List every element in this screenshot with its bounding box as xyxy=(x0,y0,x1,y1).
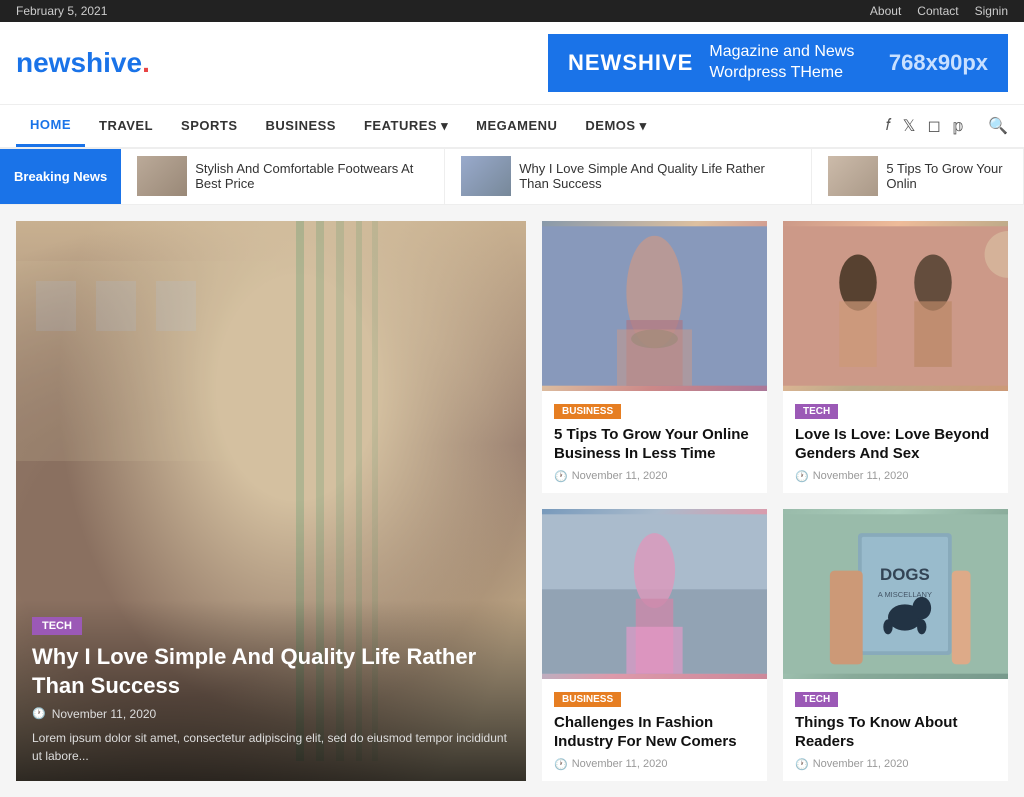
logo-dot: . xyxy=(142,47,150,78)
features-chevron-icon: ▾ xyxy=(441,118,448,134)
nav-sports[interactable]: SPORTS xyxy=(167,106,251,145)
card-category-3: BUSINESS xyxy=(554,692,621,707)
hero-category: TECH xyxy=(32,617,82,635)
breaking-label: Breaking News xyxy=(0,149,121,204)
banner-size: 768x90px xyxy=(889,50,988,76)
card-title-4: Things To Know About Readers xyxy=(795,713,996,752)
card-meta-1: 🕐 November 11, 2020 xyxy=(554,470,755,483)
breaking-item-2[interactable]: Why I Love Simple And Quality Life Rathe… xyxy=(445,149,812,205)
card-title-1: 5 Tips To Grow Your Online Business In L… xyxy=(554,425,755,464)
nav-features[interactable]: FEATURES ▾ xyxy=(350,106,462,146)
clock-icon-4: 🕐 xyxy=(795,758,809,771)
card-body-3: BUSINESS Challenges In Fashion Industry … xyxy=(542,679,767,781)
search-icon[interactable]: 🔍 xyxy=(988,116,1008,136)
card-meta-3: 🕐 November 11, 2020 xyxy=(554,758,755,771)
breaking-item-1[interactable]: Stylish And Comfortable Footwears At Bes… xyxy=(121,149,445,205)
breaking-thumb-2 xyxy=(461,156,511,196)
card-image-2 xyxy=(783,221,1008,391)
card-image-3 xyxy=(542,509,767,679)
clock-icon-2: 🕐 xyxy=(795,470,809,483)
nav-travel[interactable]: TRAVEL xyxy=(85,106,167,145)
hero-meta: 🕐 November 11, 2020 xyxy=(32,707,510,721)
card-meta-4: 🕐 November 11, 2020 xyxy=(795,758,996,771)
social-links: 𝑓 𝕏 ◻ 𝕡 🔍 xyxy=(886,116,1008,136)
article-card-3[interactable]: BUSINESS Challenges In Fashion Industry … xyxy=(542,509,767,781)
topbar-date: February 5, 2021 xyxy=(16,4,107,18)
card-title-3: Challenges In Fashion Industry For New C… xyxy=(554,713,755,752)
topbar-links: About Contact Signin xyxy=(870,4,1008,18)
article-card-1[interactable]: BUSINESS 5 Tips To Grow Your Online Busi… xyxy=(542,221,767,493)
card-date-1: November 11, 2020 xyxy=(572,470,668,482)
card-category-1: BUSINESS xyxy=(554,404,621,419)
facebook-icon[interactable]: 𝑓 xyxy=(886,117,891,135)
banner-text: Magazine and NewsWordpress THeme xyxy=(709,42,854,84)
card-image-svg-3 xyxy=(542,509,767,679)
card-image-svg-1 xyxy=(542,221,767,391)
hero-title: Why I Love Simple And Quality Life Rathe… xyxy=(32,643,510,700)
breaking-text-1: Stylish And Comfortable Footwears At Bes… xyxy=(195,161,428,191)
breaking-text-3: 5 Tips To Grow Your Onlin xyxy=(886,161,1007,191)
card-title-2: Love Is Love: Love Beyond Genders And Se… xyxy=(795,425,996,464)
svg-text:DOGS: DOGS xyxy=(880,565,930,584)
nav-megamenu[interactable]: MEGAMENU xyxy=(462,106,571,145)
breaking-item-3[interactable]: 5 Tips To Grow Your Onlin xyxy=(812,149,1024,205)
nav-home[interactable]: HOME xyxy=(16,105,85,147)
hero-overlay: TECH Why I Love Simple And Quality Life … xyxy=(16,600,526,780)
header: newshive. NEWSHIVE Magazine and NewsWord… xyxy=(0,22,1024,105)
card-date-4: November 11, 2020 xyxy=(813,758,909,770)
banner-name: NEWSHIVE xyxy=(568,50,693,76)
logo-blue: news xyxy=(16,47,86,78)
breaking-text-2: Why I Love Simple And Quality Life Rathe… xyxy=(519,161,795,191)
card-image-1 xyxy=(542,221,767,391)
card-meta-2: 🕐 November 11, 2020 xyxy=(795,470,996,483)
topbar: February 5, 2021 About Contact Signin xyxy=(0,0,1024,22)
breaking-thumb-1 xyxy=(137,156,187,196)
demos-chevron-icon: ▾ xyxy=(640,118,647,134)
card-date-2: November 11, 2020 xyxy=(813,470,909,482)
card-body-4: TECH Things To Know About Readers 🕐 Nove… xyxy=(783,679,1008,781)
hero-excerpt: Lorem ipsum dolor sit amet, consectetur … xyxy=(32,729,510,765)
breaking-news-bar: Breaking News Stylish And Comfortable Fo… xyxy=(0,149,1024,205)
article-card-4[interactable]: DOGS A MISCELLANY TECH Things To Know Ab… xyxy=(783,509,1008,781)
hero-article[interactable]: TECH Why I Love Simple And Quality Life … xyxy=(16,221,526,781)
card-category-4: TECH xyxy=(795,692,838,707)
clock-icon-3: 🕐 xyxy=(554,758,568,771)
clock-icon: 🕐 xyxy=(32,707,46,720)
article-grid: BUSINESS 5 Tips To Grow Your Online Busi… xyxy=(542,221,1008,781)
clock-icon-1: 🕐 xyxy=(554,470,568,483)
nav-business[interactable]: BUSINESS xyxy=(252,106,350,145)
card-image-svg-4: DOGS A MISCELLANY xyxy=(783,509,1008,679)
logo[interactable]: newshive. xyxy=(16,47,150,79)
pinterest-icon[interactable]: 𝕡 xyxy=(953,116,964,136)
card-body-2: TECH Love Is Love: Love Beyond Genders A… xyxy=(783,391,1008,493)
card-image-4: DOGS A MISCELLANY xyxy=(783,509,1008,679)
card-image-svg-2 xyxy=(783,221,1008,391)
breaking-items: Stylish And Comfortable Footwears At Bes… xyxy=(121,149,1024,205)
card-body-1: BUSINESS 5 Tips To Grow Your Online Busi… xyxy=(542,391,767,493)
twitter-icon[interactable]: 𝕏 xyxy=(903,116,916,136)
card-category-2: TECH xyxy=(795,404,838,419)
topbar-about[interactable]: About xyxy=(870,4,901,18)
banner-ad[interactable]: NEWSHIVE Magazine and NewsWordpress THem… xyxy=(548,34,1008,92)
card-date-3: November 11, 2020 xyxy=(572,758,668,770)
hero-date: November 11, 2020 xyxy=(52,707,157,721)
topbar-contact[interactable]: Contact xyxy=(917,4,958,18)
navigation: HOME TRAVEL SPORTS BUSINESS FEATURES ▾ M… xyxy=(0,105,1024,149)
main-content: TECH Why I Love Simple And Quality Life … xyxy=(0,205,1024,797)
instagram-icon[interactable]: ◻ xyxy=(927,116,940,136)
breaking-thumb-3 xyxy=(828,156,878,196)
article-card-2[interactable]: TECH Love Is Love: Love Beyond Genders A… xyxy=(783,221,1008,493)
topbar-signin[interactable]: Signin xyxy=(975,4,1008,18)
nav-demos[interactable]: DEMOS ▾ xyxy=(571,106,660,146)
logo-black: hive xyxy=(86,47,142,78)
